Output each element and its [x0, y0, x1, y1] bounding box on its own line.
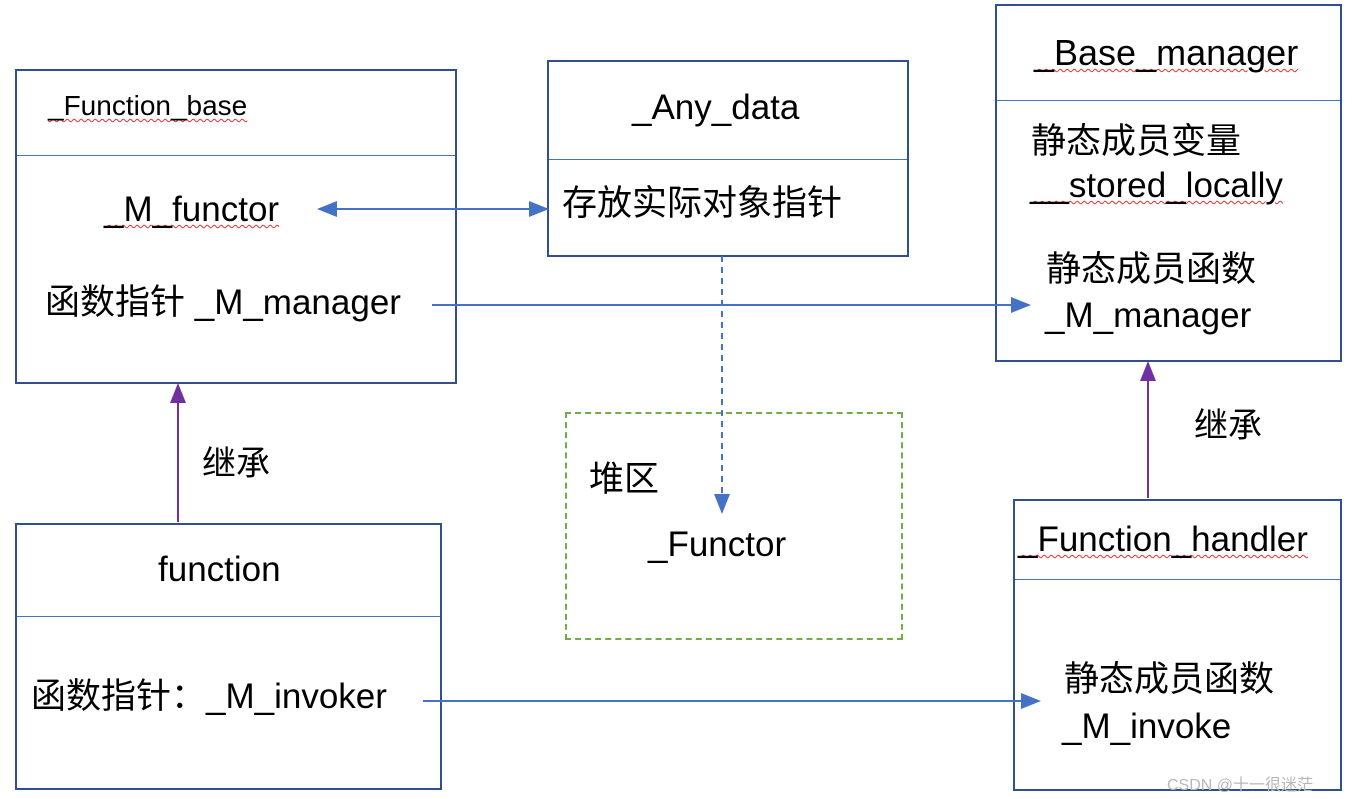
diagram-canvas: _Function_base _M_functor 函数指针 _M_manage…: [0, 0, 1353, 799]
watermark: CSDN @十一很迷茫: [1167, 777, 1314, 794]
connectors: [170, 201, 1156, 709]
